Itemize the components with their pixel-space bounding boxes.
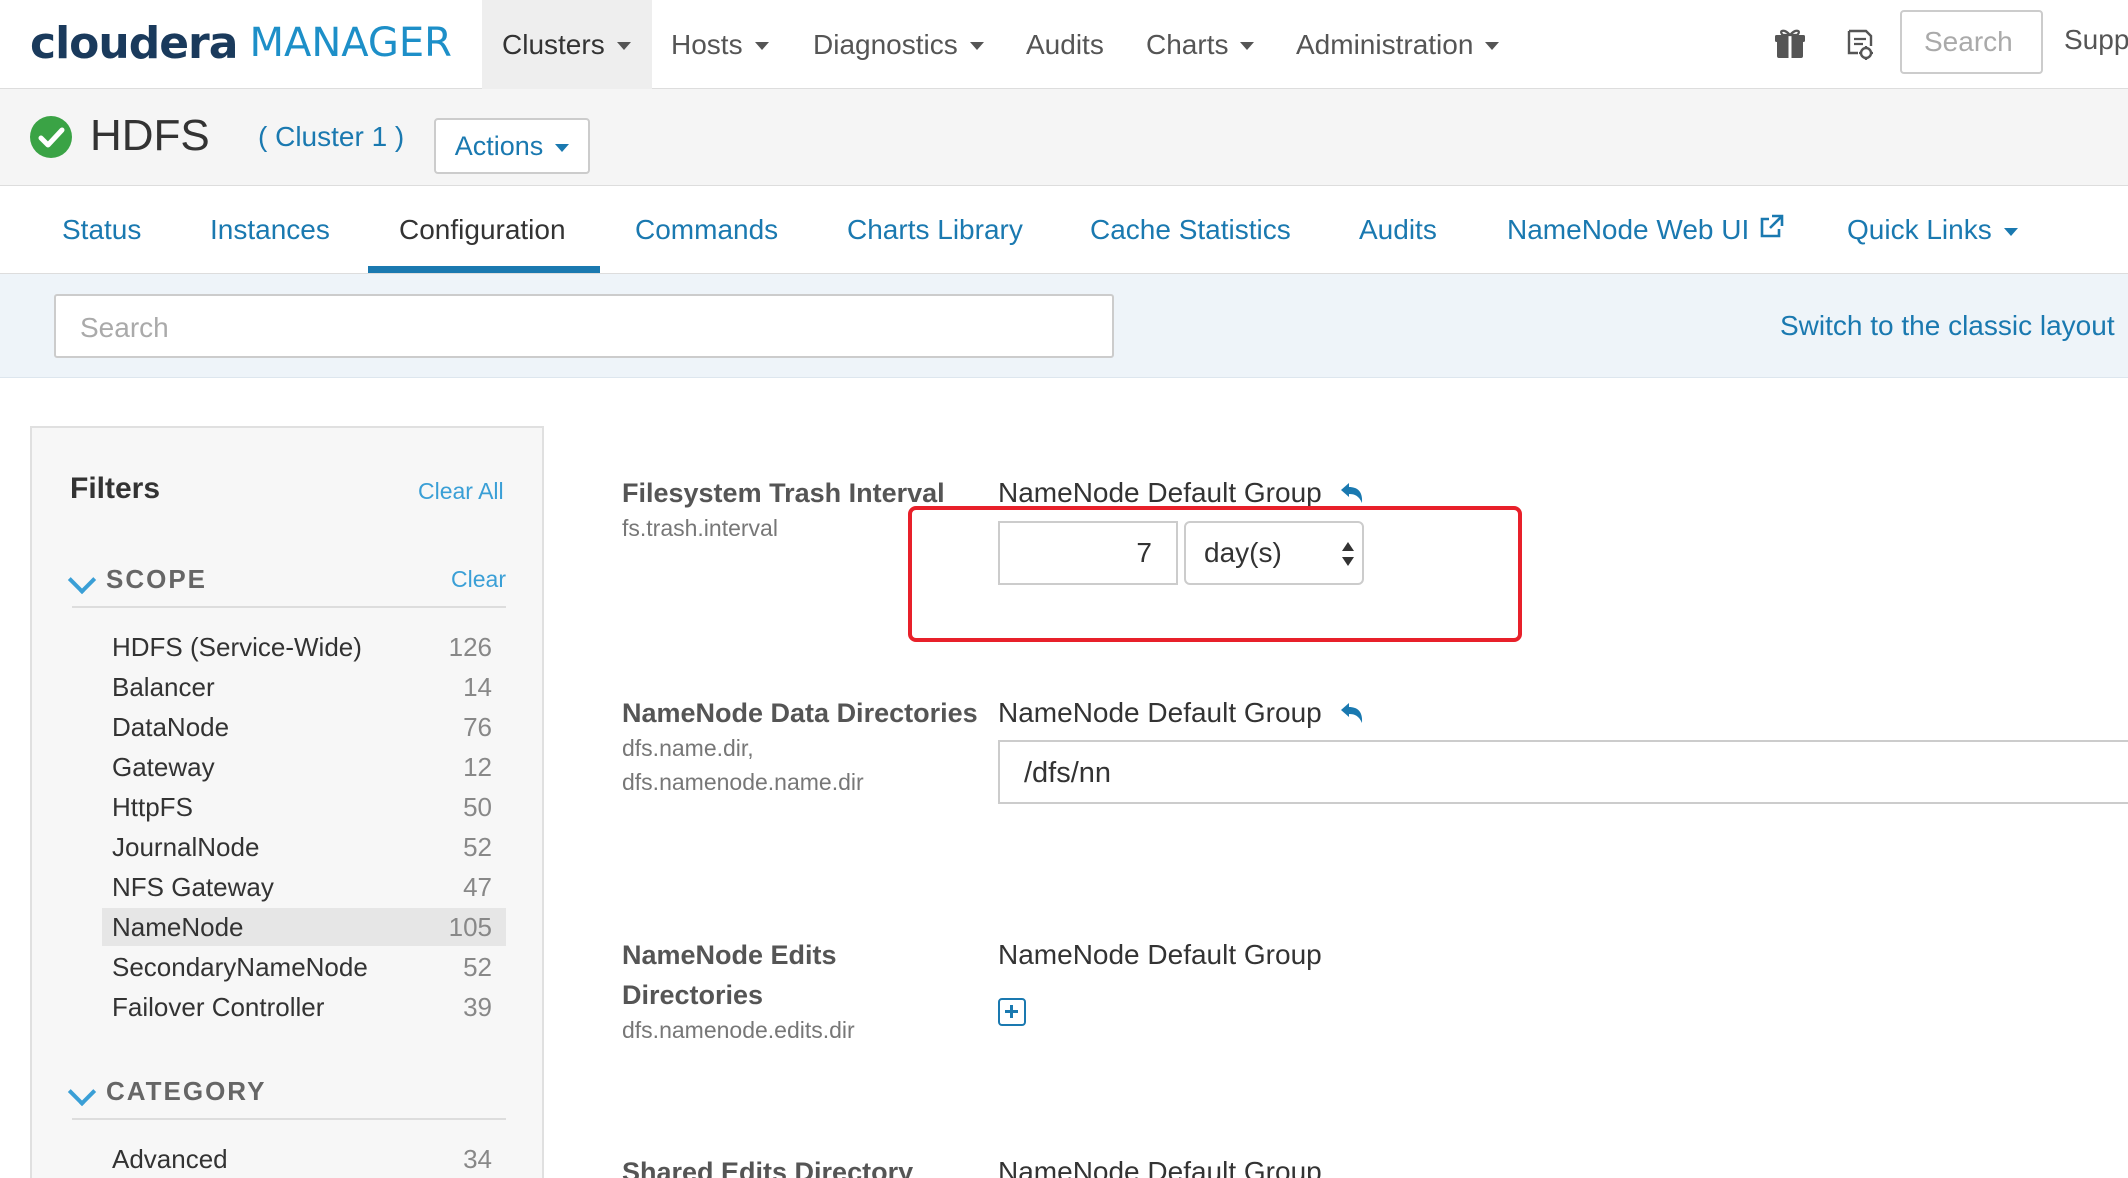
- config-group-label: NameNode Default Group: [998, 1156, 1322, 1178]
- chevron-down-icon: [616, 42, 631, 50]
- logo-brand: cloudera: [30, 17, 238, 69]
- config-group-label: NameNode Default Group: [998, 477, 1322, 508]
- config-key: fs.trash.interval: [622, 515, 778, 541]
- config-key: dfs.namenode.name.dir: [622, 769, 864, 795]
- filter-category-advanced[interactable]: Advanced 34: [102, 1140, 506, 1178]
- filter-scope-gateway[interactable]: Gateway 12: [102, 748, 506, 786]
- scope-section-header[interactable]: SCOPE Clear: [67, 562, 506, 608]
- category-section-header[interactable]: CATEGORY: [67, 1074, 506, 1120]
- chevron-down-icon: [754, 42, 769, 50]
- nav-hosts[interactable]: Hosts: [671, 0, 769, 89]
- clear-scope-link[interactable]: Clear: [451, 566, 506, 593]
- filter-scope-balancer[interactable]: Balancer 14: [102, 668, 506, 706]
- undo-icon[interactable]: [1338, 701, 1366, 725]
- tab-charts-library[interactable]: Charts Library: [847, 186, 1023, 274]
- config-name: Shared Edits Directory: [622, 1157, 914, 1178]
- config-search-input[interactable]: Search: [54, 294, 1114, 358]
- tab-commands[interactable]: Commands: [635, 186, 778, 274]
- tab-cache-statistics[interactable]: Cache Statistics: [1090, 186, 1291, 274]
- gift-icon[interactable]: [1772, 26, 1808, 62]
- config-key: dfs.name.dir,: [622, 735, 754, 761]
- namenode-data-dir-input[interactable]: /dfs/nn: [998, 740, 2128, 804]
- logo-product: MANAGER: [249, 20, 452, 66]
- highlight-annotation: [908, 506, 1522, 642]
- filters-panel: Filters Clear All SCOPE Clear HDFS (Serv…: [30, 426, 544, 1178]
- config-name: NameNode Data Directories: [622, 698, 978, 728]
- config-search-bar: Search Switch to the classic layout: [0, 274, 2128, 378]
- chevron-down-icon: [1485, 42, 1500, 50]
- tab-configuration[interactable]: Configuration: [399, 186, 566, 274]
- chevron-down-icon: [67, 565, 97, 595]
- cluster-link[interactable]: ( Cluster 1 ): [258, 121, 404, 153]
- undo-icon[interactable]: [1338, 481, 1366, 505]
- add-value-icon[interactable]: [998, 998, 1026, 1026]
- nav-charts[interactable]: Charts: [1146, 0, 1255, 89]
- chevron-down-icon: [1240, 42, 1255, 50]
- filter-scope-secondarynamenode[interactable]: SecondaryNameNode 52: [102, 948, 506, 986]
- nav-clusters[interactable]: Clusters: [482, 0, 652, 89]
- filter-scope-nfs-gateway[interactable]: NFS Gateway 47: [102, 868, 506, 906]
- config-name: NameNode Edits: [622, 940, 837, 970]
- config-key: dfs.namenode.edits.dir: [622, 1017, 855, 1043]
- nav-support[interactable]: Supp: [2064, 24, 2128, 56]
- service-title: HDFS: [90, 111, 210, 160]
- config-name: Directories: [622, 980, 764, 1010]
- filter-scope-hdfs-service-wide[interactable]: HDFS (Service-Wide) 126: [102, 628, 506, 666]
- switch-classic-layout-link[interactable]: Switch to the classic layout: [1780, 310, 2115, 342]
- filters-title: Filters: [70, 472, 161, 505]
- config-group-label: NameNode Default Group: [998, 939, 1322, 970]
- filter-scope-journalnode[interactable]: JournalNode 52: [102, 828, 506, 866]
- cloudera-manager-logo[interactable]: cloudera MANAGER: [30, 8, 452, 78]
- tab-audits[interactable]: Audits: [1359, 186, 1437, 274]
- actions-button[interactable]: Actions: [434, 118, 590, 174]
- filter-scope-httpfs[interactable]: HttpFS 50: [102, 788, 506, 826]
- filter-scope-datanode[interactable]: DataNode 76: [102, 708, 506, 746]
- filter-scope-namenode[interactable]: NameNode 105: [102, 908, 506, 946]
- global-search-input[interactable]: Search: [1900, 10, 2043, 74]
- chevron-down-icon: [555, 143, 570, 152]
- chevron-down-icon: [67, 1077, 97, 1107]
- filter-scope-failover-controller[interactable]: Failover Controller 39: [102, 988, 506, 1026]
- chevron-down-icon: [969, 42, 984, 50]
- chevron-down-icon: [2003, 227, 2018, 236]
- service-tabs: Status Instances Configuration Commands …: [0, 186, 2128, 274]
- tab-namenode-web-ui[interactable]: NameNode Web UI: [1507, 186, 1785, 274]
- service-header: HDFS ( Cluster 1 ) Actions: [0, 89, 2128, 186]
- top-navbar: cloudera MANAGER Clusters Hosts Diagnost…: [0, 0, 2128, 89]
- parcel-icon[interactable]: [1840, 26, 1876, 62]
- nav-diagnostics[interactable]: Diagnostics: [813, 0, 984, 89]
- tab-quick-links[interactable]: Quick Links: [1847, 186, 2018, 274]
- config-group-label: NameNode Default Group: [998, 697, 1322, 728]
- status-ok-icon: [30, 116, 72, 158]
- tab-instances[interactable]: Instances: [210, 186, 330, 274]
- external-link-icon: [1760, 214, 1784, 238]
- clear-all-filters-link[interactable]: Clear All: [418, 478, 504, 505]
- config-name: Filesystem Trash Interval: [622, 478, 945, 508]
- nav-audits[interactable]: Audits: [1026, 0, 1104, 89]
- nav-administration[interactable]: Administration: [1296, 0, 1500, 89]
- active-tab-indicator: [368, 266, 600, 273]
- tab-status[interactable]: Status: [62, 186, 141, 274]
